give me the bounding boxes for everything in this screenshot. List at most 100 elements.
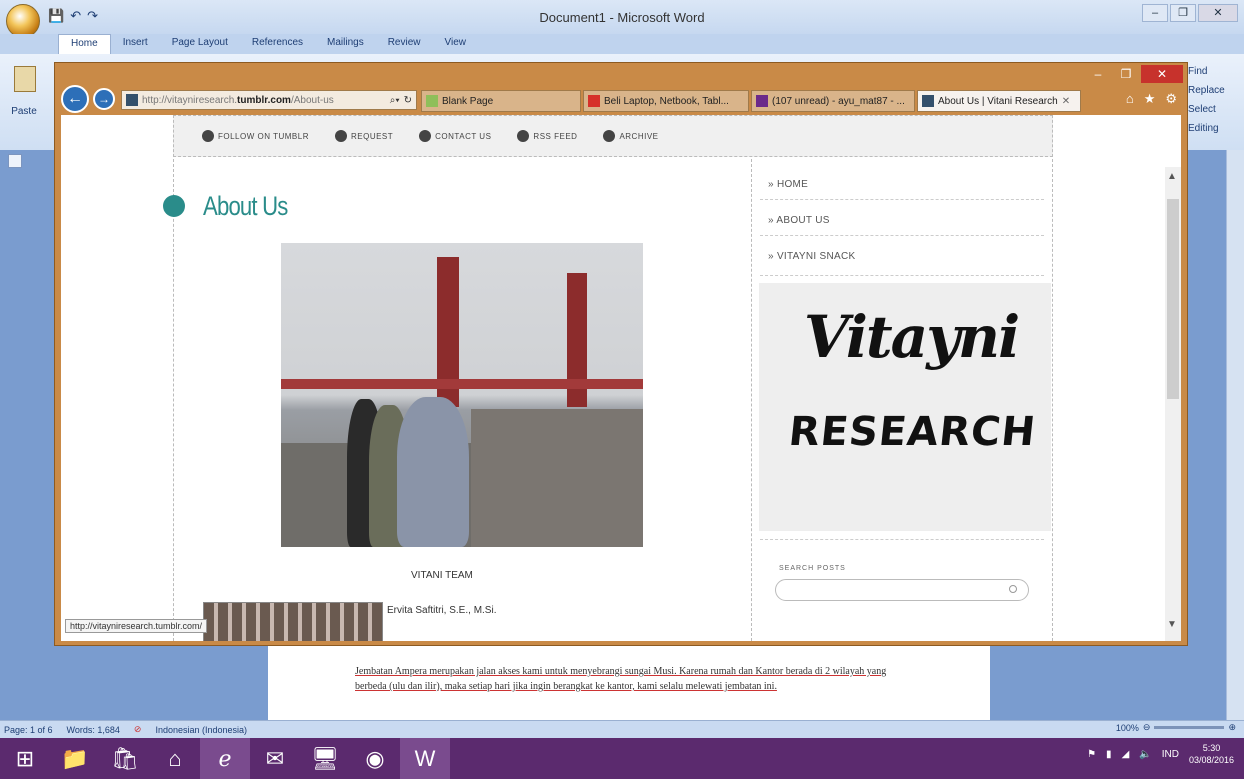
archive-link[interactable]: ARCHIVE [603, 130, 658, 142]
bridge-deck [281, 379, 643, 389]
page-title: About Us [203, 191, 288, 221]
browser-minimize-button[interactable]: – [1085, 65, 1111, 83]
tab-page-layout[interactable]: Page Layout [160, 34, 240, 54]
clock[interactable]: 5:30 03/08/2016 [1189, 742, 1234, 766]
tab-home[interactable]: Home [58, 34, 111, 54]
spellcheck-icon[interactable]: ⊘ [134, 724, 142, 735]
start-button[interactable]: ⊞ [0, 738, 50, 779]
chrome-icon[interactable]: ◉ [350, 738, 400, 779]
zoom-in-icon[interactable]: ⊕ [1228, 722, 1236, 733]
flag-icon[interactable]: ⚑ [1087, 749, 1096, 760]
ribbon-tabs: Home Insert Page Layout References Maili… [0, 34, 1244, 54]
browser-viewport: FOLLOW ON TUMBLR REQUEST CONTACT US RSS … [61, 115, 1181, 641]
browser-tab[interactable]: Beli Laptop, Netbook, Tabl... [583, 90, 749, 112]
request-link[interactable]: REQUEST [334, 130, 394, 142]
mail-favicon [756, 95, 768, 107]
status-url: http://vitayniresearch.tumblr.com/ [65, 619, 208, 633]
language-indicator[interactable]: Indonesian (Indonesia) [155, 725, 247, 735]
forward-button[interactable]: → [93, 88, 115, 110]
search-dropdown-icon[interactable]: ⌕▾ [390, 95, 400, 106]
sidebar-item-label: HOME [776, 179, 809, 190]
blog-logo-line1: Vitayni [803, 303, 1020, 371]
restore-button[interactable]: ❐ [1170, 4, 1196, 22]
search-label: SEARCH POSTS [779, 565, 846, 572]
word-count[interactable]: Words: 1,684 [67, 725, 120, 735]
select-button[interactable]: Select [1188, 100, 1244, 119]
clock-time: 5:30 [1202, 743, 1221, 753]
paste-label: Paste [11, 106, 37, 117]
input-language[interactable]: IND [1162, 749, 1179, 760]
settings-gear-icon[interactable]: ⚙ [1165, 91, 1177, 107]
internet-explorer-icon[interactable]: ℯ [200, 738, 250, 779]
sidebar-item-label: ABOUT US [776, 215, 830, 226]
ruler-toggle-icon[interactable] [8, 154, 22, 168]
close-tab-icon[interactable]: ✕ [1062, 96, 1070, 107]
window-title: Document1 - Microsoft Word [539, 10, 705, 25]
favorites-star-icon[interactable]: ★ [1144, 91, 1156, 107]
member-name: Ervita Saftitri, S.E., M.Si. [387, 605, 497, 616]
tab-insert[interactable]: Insert [111, 34, 160, 54]
request-label: REQUEST [350, 131, 394, 141]
tab-view[interactable]: View [433, 34, 479, 54]
system-tray: ⚑ ▮ ◢ 🔈 IND 5:30 03/08/2016 [1087, 742, 1234, 766]
page-count[interactable]: Page: 1 of 6 [4, 725, 53, 735]
battery-icon[interactable]: ▮ [1106, 749, 1112, 760]
page-title-icon [163, 195, 185, 217]
taskbar: ⊞ 📁 🛍 ⌂ ℯ ✉ 🖥 ◉ W [0, 738, 1244, 779]
tab-label: (107 unread) - ayu_mat87 - ... [772, 95, 905, 107]
volume-icon[interactable]: 🔈 [1139, 749, 1151, 760]
minimize-button[interactable]: – [1142, 4, 1168, 22]
photo-caption: VITANI TEAM [411, 570, 473, 581]
browser-close-button[interactable]: ✕ [1141, 65, 1183, 83]
zoom-level[interactable]: 100% [1116, 723, 1139, 733]
address-domain: tumblr.com [237, 94, 291, 106]
back-button[interactable]: ← [61, 85, 89, 113]
word-taskbar-icon[interactable]: W [400, 738, 450, 779]
home-icon[interactable]: ⌂ [1126, 91, 1134, 107]
team-photo[interactable] [281, 243, 643, 547]
browser-restore-button[interactable]: ❐ [1113, 65, 1139, 83]
member-photo[interactable] [203, 602, 383, 641]
find-button[interactable]: Find [1188, 62, 1244, 81]
zoom-out-icon[interactable]: ⊖ [1143, 722, 1151, 733]
sidebar-item-home[interactable]: » HOME [768, 179, 808, 190]
follow-label: FOLLOW ON TUMBLR [218, 131, 309, 141]
search-icon[interactable] [1009, 585, 1017, 593]
browser-tab-active[interactable]: About Us | Vitani Research ✕ [917, 90, 1081, 112]
word-vertical-scrollbar[interactable] [1226, 150, 1244, 720]
mail-icon[interactable]: ✉ [250, 738, 300, 779]
tumblr-favicon [922, 95, 934, 107]
scroll-down-icon[interactable]: ▼ [1167, 619, 1177, 630]
tab-mailings[interactable]: Mailings [315, 34, 376, 54]
refresh-icon[interactable]: ↻ [404, 95, 416, 106]
home-icon[interactable]: ⌂ [150, 738, 200, 779]
divider [760, 199, 1044, 200]
tab-references[interactable]: References [240, 34, 315, 54]
store-icon[interactable]: 🛍 [100, 738, 150, 779]
store-favicon [588, 95, 600, 107]
paste-button[interactable]: Paste [4, 64, 44, 120]
search-input[interactable] [775, 579, 1029, 601]
sidebar-item-snack[interactable]: » VITAYNI SNACK [768, 251, 856, 262]
scroll-thumb[interactable] [1167, 199, 1179, 399]
nav-buttons: ← → [61, 85, 115, 113]
close-button[interactable]: ✕ [1198, 4, 1238, 22]
replace-button[interactable]: Replace [1188, 81, 1244, 100]
network-icon[interactable]: ◢ [1122, 749, 1130, 760]
address-bar[interactable]: http://vitayniresearch.tumblr.com/About-… [121, 90, 417, 110]
follow-link[interactable]: FOLLOW ON TUMBLR [202, 130, 309, 142]
desktop-icon[interactable]: 🖥 [300, 738, 350, 779]
tab-review[interactable]: Review [376, 34, 433, 54]
blog-logo-line2: RESEARCH [786, 409, 1039, 455]
scroll-up-icon[interactable]: ▲ [1167, 171, 1177, 182]
file-explorer-icon[interactable]: 📁 [50, 738, 100, 779]
document-text[interactable]: Jembatan Ampera merupakan jalan akses ka… [355, 664, 915, 694]
contact-link[interactable]: CONTACT US [419, 130, 491, 142]
browser-tab[interactable]: (107 unread) - ayu_mat87 - ... [751, 90, 915, 112]
zoom-slider[interactable] [1154, 726, 1225, 729]
sidebar-item-about[interactable]: » ABOUT US [768, 215, 830, 226]
tumblr-favicon [126, 94, 138, 106]
browser-tab[interactable]: Blank Page [421, 90, 581, 112]
rss-link[interactable]: RSS FEED [517, 130, 577, 142]
address-suffix: /About-us [290, 94, 334, 106]
